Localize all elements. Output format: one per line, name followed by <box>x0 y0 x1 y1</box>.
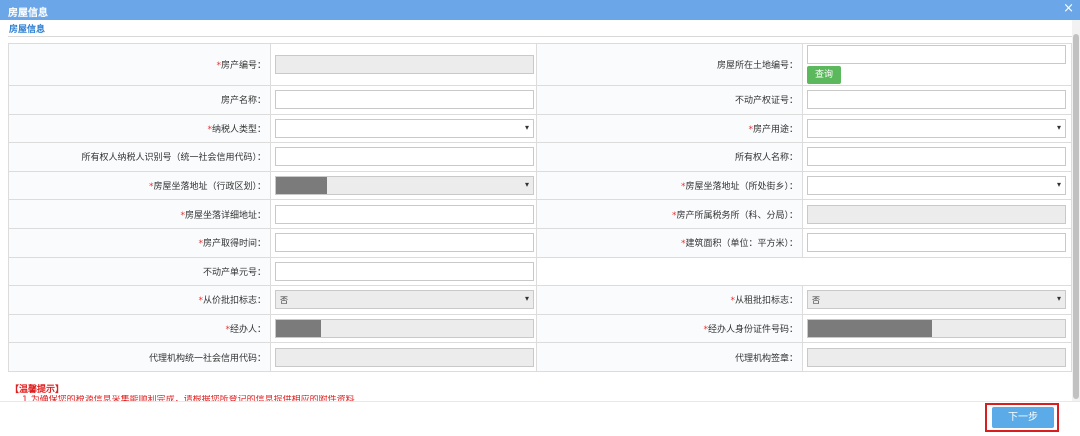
agency-code-input <box>275 347 534 367</box>
handler-id-input <box>807 319 1066 339</box>
street-select[interactable] <box>807 176 1066 196</box>
redacted-value <box>808 320 932 338</box>
tax-office-label: *房产所属税务所（科、分局）： <box>536 199 803 229</box>
detail-addr-input[interactable] <box>275 204 534 224</box>
area-input[interactable] <box>807 233 1066 253</box>
owner-name-input[interactable] <box>807 147 1066 167</box>
next-button[interactable]: 下一步 <box>992 407 1054 428</box>
land-no-label: 房屋所在土地编号： <box>536 43 803 86</box>
cert-no-label: 不动产权证号： <box>536 85 803 115</box>
value-flag-label: *从价批扣标志： <box>8 285 271 315</box>
section-divider <box>8 36 1072 37</box>
redacted-value <box>276 320 321 338</box>
property-name-input[interactable] <box>275 90 534 110</box>
agency-sign-label: 代理机构签章： <box>536 342 803 372</box>
land-no-input[interactable] <box>807 45 1066 64</box>
empty-cell <box>536 256 1072 287</box>
agency-sign-input <box>807 347 1066 367</box>
district-select[interactable] <box>275 176 534 196</box>
house-info-form: *房产编号： 房屋所在土地编号： 查询 房产名称： 不动产权证号： *纳税人类型… <box>8 43 1072 372</box>
dialog-titlebar: 房屋信息 × <box>0 0 1080 20</box>
handler-label: *经办人： <box>8 313 271 344</box>
street-label: *房屋坐落地址（所处街乡）： <box>536 170 803 201</box>
query-button[interactable]: 查询 <box>807 66 841 84</box>
owner-taxid-label: 所有权人纳税人识别号（统一社会信用代码）： <box>8 142 271 172</box>
tax-office-input <box>807 204 1066 224</box>
taxpayer-type-label: *纳税人类型： <box>8 113 271 144</box>
property-no-input <box>275 55 534 74</box>
area-label: *建筑面积（单位：平方米）： <box>536 227 803 258</box>
property-name-label: 房产名称： <box>8 85 271 115</box>
dialog-title: 房屋信息 <box>8 8 48 19</box>
unit-no-input[interactable] <box>275 261 534 281</box>
rent-flag-select[interactable]: 否 <box>807 290 1066 310</box>
usage-select[interactable] <box>807 118 1066 138</box>
close-icon[interactable]: × <box>1063 2 1074 16</box>
dialog-footer <box>0 401 1080 436</box>
acquire-time-label: *房产取得时间： <box>8 227 271 258</box>
acquire-time-input[interactable] <box>275 233 534 253</box>
section-title: 房屋信息 <box>9 25 46 35</box>
value-flag-select[interactable]: 否 <box>275 290 534 310</box>
cert-no-input[interactable] <box>807 90 1066 110</box>
agency-code-label: 代理机构统一社会信用代码： <box>8 342 271 372</box>
tips-title: 【温馨提示】 <box>10 385 65 395</box>
scrollbar-thumb[interactable] <box>1073 34 1079 399</box>
detail-addr-label: *房屋坐落详细地址： <box>8 199 271 229</box>
owner-taxid-input[interactable] <box>275 147 534 167</box>
property-no-label: *房产编号： <box>8 43 271 86</box>
handler-input <box>275 319 534 339</box>
unit-no-label: 不动产单元号： <box>8 256 271 287</box>
owner-name-label: 所有权人名称： <box>536 142 803 172</box>
usage-label: *房产用途： <box>536 113 803 144</box>
handler-id-label: *经办人身份证件号码： <box>536 313 803 344</box>
rent-flag-label: *从租批扣标志： <box>536 285 803 315</box>
taxpayer-type-select[interactable] <box>275 118 534 138</box>
district-label: *房屋坐落地址（行政区划）： <box>8 170 271 201</box>
vertical-scrollbar[interactable] <box>1072 20 1080 436</box>
redacted-value <box>276 177 327 195</box>
